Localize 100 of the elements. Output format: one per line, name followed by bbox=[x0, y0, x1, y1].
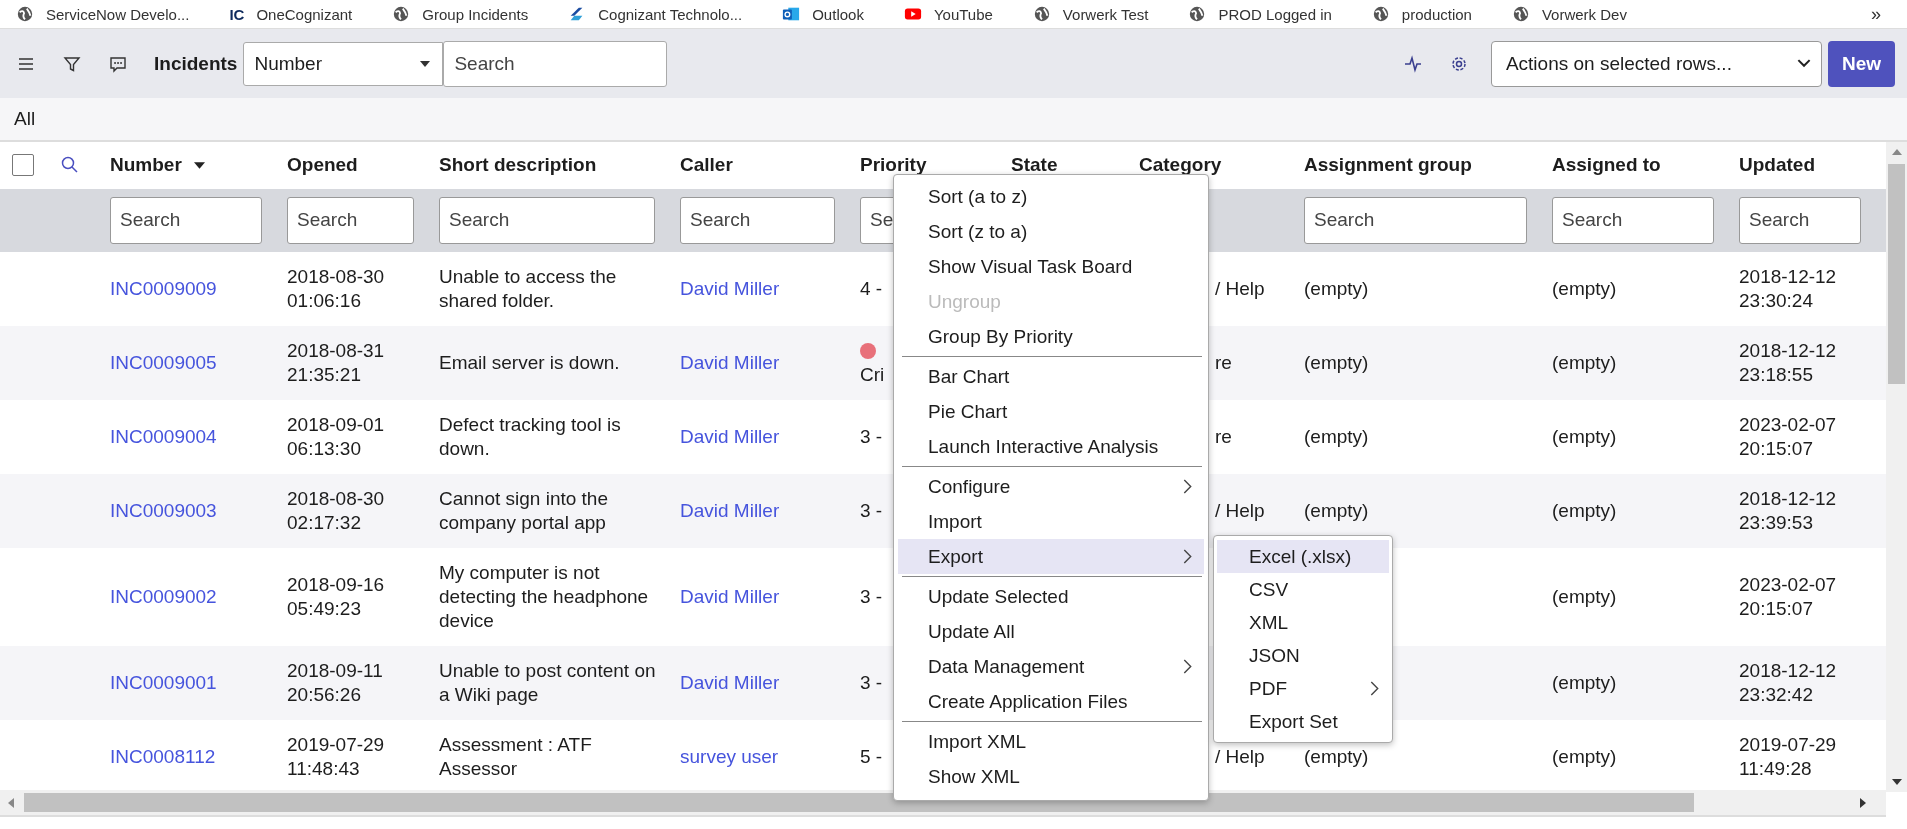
menu-item[interactable]: Pie Chart bbox=[898, 394, 1204, 429]
menu-item[interactable]: Export bbox=[898, 539, 1204, 574]
bookmark[interactable]: YouTube bbox=[903, 5, 993, 23]
menu-item[interactable]: Update All bbox=[898, 614, 1204, 649]
menu-item[interactable]: Group By Priority bbox=[898, 319, 1204, 354]
menu-item[interactable]: PDF bbox=[1217, 672, 1389, 705]
table-cell: 3 - bbox=[860, 584, 883, 609]
column-search-field[interactable]: Search bbox=[1739, 196, 1861, 244]
globe-icon bbox=[16, 5, 34, 23]
bookmark[interactable]: Cognizant Technolo... bbox=[568, 5, 743, 23]
table-cell-text: 2018-08-31 21:35:21 bbox=[287, 338, 386, 387]
select-all-checkbox[interactable] bbox=[12, 154, 34, 177]
table-cell: Cannot sign into the company portal app bbox=[439, 487, 608, 533]
scroll-down-icon[interactable] bbox=[1891, 777, 1902, 785]
caller-link[interactable]: David Miller bbox=[680, 277, 780, 299]
table-cell: Defect tracking tool is down. bbox=[439, 413, 621, 459]
menu-item[interactable]: Export Set bbox=[1217, 705, 1389, 738]
breadcrumb[interactable]: All bbox=[14, 108, 36, 130]
bookmark[interactable]: Group Incidents bbox=[392, 5, 529, 23]
incident-link[interactable]: INC0009003 bbox=[110, 499, 217, 521]
incident-link[interactable]: INC0009009 bbox=[110, 277, 217, 299]
column-header[interactable]: Caller bbox=[680, 154, 733, 177]
caller-link[interactable]: survey user bbox=[680, 745, 779, 767]
bookmark[interactable]: PROD Logged in bbox=[1188, 5, 1332, 23]
actions-select[interactable]: Actions on selected rows... bbox=[1490, 40, 1822, 87]
table-cell-text: 2018-12-12 23:39:53 bbox=[1739, 486, 1838, 535]
table-cell: (empty) bbox=[1552, 425, 1617, 447]
column-search-field[interactable]: Search bbox=[1552, 196, 1714, 244]
column-search-field[interactable]: Search bbox=[110, 196, 262, 244]
menu-item[interactable]: Update Selected bbox=[898, 579, 1204, 614]
incident-link[interactable]: INC0008112 bbox=[110, 745, 216, 767]
scroll-right-icon[interactable] bbox=[1858, 797, 1866, 808]
incident-link[interactable]: INC0009001 bbox=[110, 671, 217, 693]
caller-link[interactable]: David Miller bbox=[680, 585, 780, 607]
caller-link[interactable]: David Miller bbox=[680, 351, 780, 373]
table-cell: (empty) bbox=[1552, 277, 1617, 299]
bookmark[interactable]: Outlook bbox=[782, 5, 864, 23]
search-field[interactable]: Search bbox=[443, 40, 668, 87]
column-search-field[interactable]: Search bbox=[1304, 196, 1527, 244]
column-search-field[interactable]: Search bbox=[680, 196, 835, 244]
column-header[interactable]: Assignment group bbox=[1304, 154, 1472, 177]
column-header[interactable]: Category bbox=[1139, 154, 1222, 177]
table-cell: 3 - bbox=[860, 670, 883, 695]
bookmark[interactable]: Vorwerk Test bbox=[1032, 5, 1149, 23]
chevron-down-icon bbox=[1796, 59, 1811, 68]
scroll-left-icon[interactable] bbox=[8, 797, 16, 808]
chevron-right-icon bbox=[1183, 479, 1192, 494]
table-cell: re bbox=[1215, 351, 1232, 373]
menu-item[interactable]: Launch Interactive Analysis bbox=[898, 429, 1204, 464]
column-header[interactable]: State bbox=[1011, 154, 1058, 177]
menu-item[interactable]: Sort (a to z) bbox=[898, 179, 1204, 214]
menu-item[interactable]: Sort (z to a) bbox=[898, 214, 1204, 249]
more-bookmarks[interactable]: » bbox=[1871, 3, 1881, 25]
column-header[interactable]: Updated bbox=[1739, 154, 1815, 177]
scroll-up-icon[interactable] bbox=[1891, 149, 1902, 157]
column-header[interactable]: Assigned to bbox=[1552, 154, 1661, 177]
menu-item[interactable]: Import XML bbox=[898, 724, 1204, 759]
incident-link[interactable]: INC0009002 bbox=[110, 585, 217, 607]
menu-item[interactable]: CSV bbox=[1217, 573, 1389, 606]
menu-item[interactable]: Import bbox=[898, 504, 1204, 539]
menu-item[interactable]: XML bbox=[1217, 606, 1389, 639]
table-cell: (empty) bbox=[1304, 499, 1369, 521]
globe-icon bbox=[1188, 5, 1207, 23]
table-cell-text: 2019-07-29 11:49:28 bbox=[1739, 732, 1838, 781]
caller-link[interactable]: David Miller bbox=[680, 671, 780, 693]
globe-icon bbox=[1032, 5, 1051, 23]
column-header[interactable]: Short description bbox=[439, 154, 597, 177]
vertical-scrollbar[interactable] bbox=[1886, 142, 1907, 792]
column-search-field[interactable]: Search bbox=[439, 196, 655, 244]
incident-link[interactable]: INC0009004 bbox=[110, 425, 217, 447]
caller-link[interactable]: David Miller bbox=[680, 499, 780, 521]
table-cell: 3 - bbox=[860, 498, 883, 523]
column-header[interactable]: Priority bbox=[860, 154, 927, 177]
column-header[interactable]: Opened bbox=[287, 154, 358, 177]
table-cell-text: 2019-07-29 11:48:43 bbox=[287, 732, 386, 781]
table-cell: Email server is down. bbox=[439, 351, 620, 373]
caller-link[interactable]: David Miller bbox=[680, 425, 780, 447]
bookmark[interactable]: production bbox=[1371, 5, 1472, 23]
menu-item[interactable]: Configure bbox=[898, 469, 1204, 504]
incident-link[interactable]: INC0009005 bbox=[110, 351, 217, 373]
new-button[interactable]: New bbox=[1827, 40, 1895, 87]
table-cell: (empty) bbox=[1552, 585, 1617, 607]
menu-item[interactable]: Create Application Files bbox=[898, 684, 1204, 719]
menu-item[interactable]: Show XML bbox=[898, 759, 1204, 794]
menu-item[interactable]: Data Management bbox=[898, 649, 1204, 684]
menu-item[interactable]: Excel (.xlsx) bbox=[1217, 540, 1389, 573]
field-select[interactable]: Number bbox=[243, 41, 444, 86]
column-header[interactable]: Number bbox=[110, 154, 205, 177]
menu-item[interactable]: Bar Chart bbox=[898, 359, 1204, 394]
table-cell: (empty) bbox=[1304, 351, 1369, 373]
bookmark[interactable]: Vorwerk Dev bbox=[1511, 5, 1627, 23]
table-cell: / Help bbox=[1215, 499, 1265, 521]
menu-item[interactable]: JSON bbox=[1217, 639, 1389, 672]
column-search-field[interactable]: Search bbox=[287, 196, 414, 244]
table-cell: 3 - bbox=[860, 424, 883, 449]
chevron-right-icon bbox=[1183, 659, 1192, 674]
menu-item[interactable]: Show Visual Task Board bbox=[898, 249, 1204, 284]
horizontal-scrollbar[interactable] bbox=[0, 790, 1886, 817]
bookmark[interactable]: IC OneCognizant bbox=[229, 5, 353, 23]
bookmark[interactable]: ServiceNow Develo... bbox=[16, 5, 190, 23]
